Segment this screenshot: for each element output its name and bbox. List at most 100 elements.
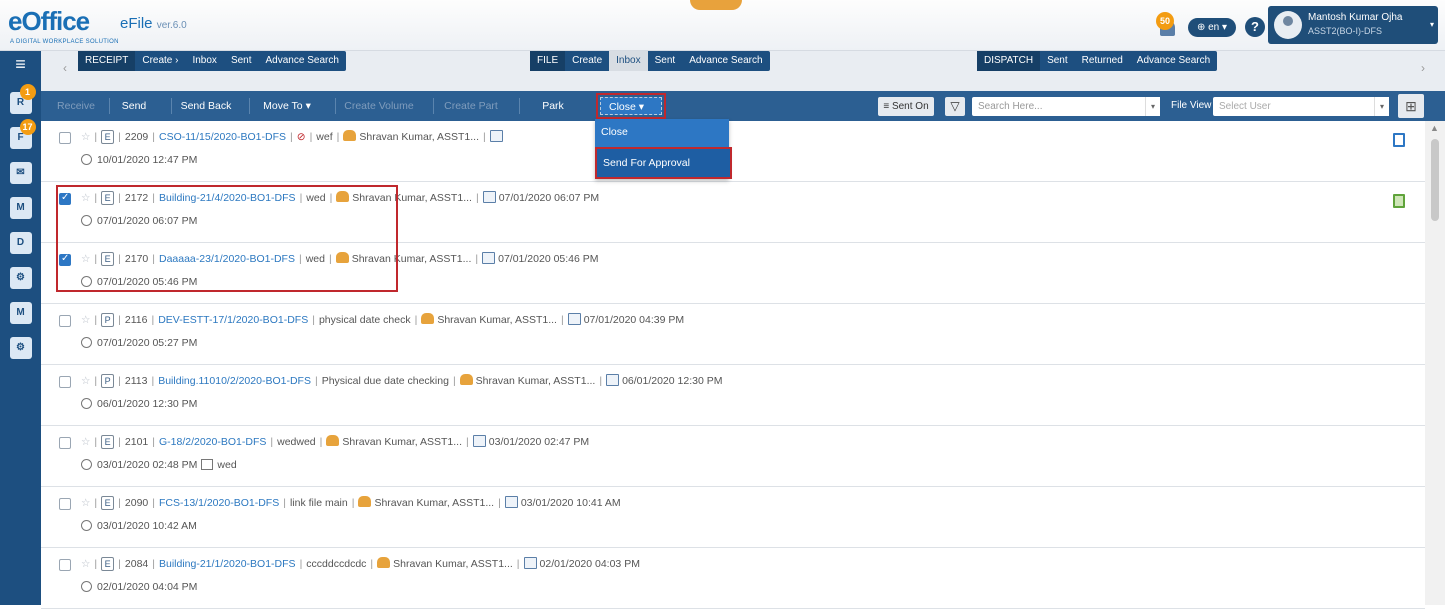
search-input[interactable]: Search Here...	[972, 97, 1160, 116]
close-dropdown-button[interactable]: Close ▾	[596, 93, 666, 119]
module-tabs: ‹ RECEIPT Create › Inbox Sent Advance Search…	[41, 51, 1445, 91]
sender-name: Shravan Kumar, ASST1...	[374, 497, 495, 509]
star-icon[interactable]: ☆	[81, 375, 90, 387]
calendar-icon	[472, 435, 486, 447]
document-icon[interactable]	[1393, 133, 1405, 147]
park-button[interactable]: Park	[519, 91, 587, 121]
received-date: 03/01/2020 10:42 AM	[97, 520, 197, 532]
scroll-right-icon[interactable]: ›	[1421, 61, 1425, 75]
sender-name: Shravan Kumar, ASST1...	[359, 131, 480, 143]
row-checkbox[interactable]	[59, 498, 71, 510]
dispatch-nav-title[interactable]: DISPATCH	[977, 51, 1041, 71]
eoffice-logo[interactable]: eOffice eFile ver.6.0 A DIGITAL WORKPLAC…	[8, 6, 187, 45]
send-for-approval-menu-item[interactable]: Send For Approval	[595, 147, 732, 179]
brand-tagline: A DIGITAL WORKPLACE SOLUTION	[10, 39, 119, 45]
send-button[interactable]: Send	[109, 91, 159, 121]
receipt-nav-title[interactable]: RECEIPT	[78, 51, 136, 71]
user-icon	[358, 496, 372, 507]
attachment-icon[interactable]: ⊘	[297, 131, 306, 143]
receipt-module-icon[interactable]: R1	[9, 84, 36, 114]
star-icon[interactable]: ☆	[81, 314, 90, 326]
send-back-button[interactable]: Send Back	[171, 91, 241, 121]
receipt-nav-group: RECEIPT Create › Inbox Sent Advance Search	[78, 51, 346, 71]
messenger-module-icon[interactable]: M	[9, 302, 32, 324]
calendar-icon	[482, 191, 496, 203]
list-item[interactable]: ☆ | E | 2084 | Building-21/1/2020-BO1-DFS | cccd…	[41, 548, 1425, 609]
row-checkbox[interactable]	[59, 315, 71, 327]
user-icon	[343, 130, 357, 141]
file-inbox-link[interactable]: Inbox	[609, 51, 648, 71]
file-number: 2090	[124, 497, 149, 509]
file-link[interactable]: FCS-13/1/2020-BO1-DFS	[159, 497, 279, 509]
scroll-up-icon[interactable]: ▲	[1430, 123, 1439, 133]
list-scrollbar[interactable]: ▲	[1425, 121, 1445, 605]
select-user-input[interactable]: Select User	[1213, 97, 1389, 116]
receipt-sent-link[interactable]: Sent	[224, 51, 259, 71]
hamburger-menu-icon[interactable]: ≡	[0, 51, 41, 79]
settings-module-icon[interactable]: ⚙	[9, 337, 32, 359]
directory-module-icon[interactable]: D	[9, 232, 32, 254]
file-advance-search-link[interactable]: Advance Search	[682, 51, 769, 71]
sent-date: 07/01/2020 04:39 PM	[583, 314, 685, 326]
mis-module-icon[interactable]: M	[9, 197, 32, 219]
star-icon[interactable]: ☆	[81, 497, 90, 509]
file-type-badge: P	[101, 313, 115, 327]
grid-view-icon[interactable]: ⊞	[1398, 94, 1424, 118]
file-link[interactable]: Building.11010/2/2020-BO1-DFS	[158, 375, 311, 387]
sent-on-sort-button[interactable]: ≡ Sent On	[878, 97, 934, 116]
close-dropdown-menu: Close Send For Approval	[595, 119, 732, 179]
list-item[interactable]: ☆ | E | 2101 | G-18/2/2020-BO1-DFS | wedwed | Shra…	[41, 426, 1425, 487]
row-checkbox[interactable]	[59, 437, 71, 449]
row-checkbox[interactable]	[59, 376, 71, 388]
search-dropdown-icon[interactable]: ▾	[1145, 97, 1160, 116]
filter-icon[interactable]: ▽	[945, 97, 965, 116]
file-link[interactable]: DEV-ESTT-17/1/2020-BO1-DFS	[158, 314, 308, 326]
received-date: 03/01/2020 02:48 PM	[97, 459, 198, 471]
selected-rows-highlight	[56, 185, 398, 292]
row-checkbox[interactable]	[59, 132, 71, 144]
star-icon[interactable]: ☆	[81, 436, 90, 448]
user-profile-menu[interactable]: Mantosh Kumar Ojha ASST2(BO-I)-DFS ▾	[1268, 6, 1438, 44]
clock-icon	[81, 581, 92, 592]
left-sidebar: ≡ R1 F 17 ✉ M D ⚙ M ⚙	[0, 51, 41, 605]
create-part-button[interactable]: Create Part	[433, 91, 509, 121]
language-selector[interactable]: ⊕ en ▾	[1188, 18, 1236, 37]
dispatch-advance-search-link[interactable]: Advance Search	[1130, 51, 1217, 71]
list-item[interactable]: ☆ | E | 2209 | CSO-11/15/2020-BO1-DFS | ⊘ | wef | Sh…	[41, 121, 1425, 182]
admin-module-icon[interactable]: ⚙	[9, 267, 32, 289]
row-checkbox[interactable]	[59, 559, 71, 571]
scrollbar-thumb[interactable]	[1431, 139, 1439, 221]
file-sent-link[interactable]: Sent	[648, 51, 683, 71]
dispatch-sent-link[interactable]: Sent	[1040, 51, 1075, 71]
receive-button[interactable]: Receive	[49, 91, 103, 121]
green-document-icon[interactable]	[1393, 194, 1405, 208]
star-icon[interactable]: ☆	[81, 131, 90, 143]
create-volume-button[interactable]: Create Volume	[335, 91, 423, 121]
clock-icon	[81, 459, 92, 470]
help-icon[interactable]: ?	[1245, 17, 1265, 37]
file-subject: wedwed	[277, 436, 316, 448]
file-nav-title[interactable]: FILE	[530, 51, 566, 71]
close-menu-item[interactable]: Close	[595, 119, 729, 145]
receipt-create-link[interactable]: Create ›	[135, 51, 185, 71]
move-to-button[interactable]: Move To ▾	[249, 91, 325, 121]
scroll-left-icon[interactable]: ‹	[63, 61, 67, 75]
file-link[interactable]: Building-21/1/2020-BO1-DFS	[159, 558, 296, 570]
receipt-inbox-link[interactable]: Inbox	[185, 51, 223, 71]
file-create-link[interactable]: Create	[565, 51, 609, 71]
star-icon[interactable]: ☆	[81, 558, 90, 570]
notification-count-badge: 50	[1156, 12, 1174, 30]
file-link[interactable]: G-18/2/2020-BO1-DFS	[159, 436, 266, 448]
list-item[interactable]: ☆ | P | 2113 | Building.11010/2/2020-BO1-DFS | P…	[41, 365, 1425, 426]
dispatch-returned-link[interactable]: Returned	[1075, 51, 1130, 71]
list-item[interactable]: ☆ | P | 2116 | DEV-ESTT-17/1/2020-BO1-DFS | phys…	[41, 304, 1425, 365]
dispatch-module-icon[interactable]: ✉	[9, 162, 32, 184]
user-icon	[421, 313, 435, 324]
header-collapse-tab[interactable]	[690, 0, 742, 10]
receipt-advance-search-link[interactable]: Advance Search	[259, 51, 346, 71]
list-item[interactable]: ☆ | E | 2090 | FCS-13/1/2020-BO1-DFS | link file…	[41, 487, 1425, 548]
select-user-dropdown-icon[interactable]: ▾	[1374, 97, 1389, 116]
file-link[interactable]: CSO-11/15/2020-BO1-DFS	[159, 131, 286, 143]
file-module-icon[interactable]: F 17	[9, 119, 36, 149]
notification-bell-icon[interactable]: 50	[1156, 12, 1178, 38]
